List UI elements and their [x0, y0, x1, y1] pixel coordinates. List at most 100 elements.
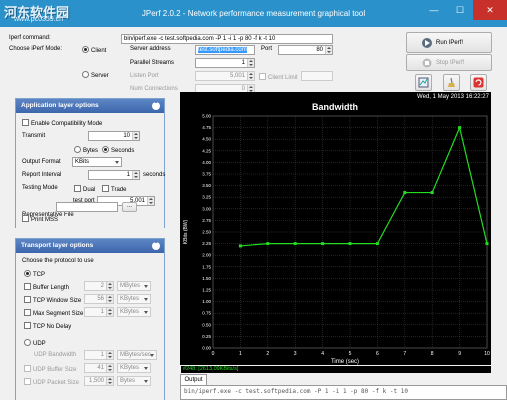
collapse-icon[interactable]: ⌃ — [152, 242, 160, 250]
udp-packet-input[interactable]: 1,500 — [84, 376, 114, 386]
port-spinner-icon[interactable] — [325, 46, 332, 54]
client-limit-input[interactable] — [301, 71, 333, 81]
refresh-button[interactable] — [470, 74, 487, 91]
mode-label: Choose iPerf Mode: — [9, 46, 63, 52]
bytes-radio[interactable]: Bytes — [74, 146, 98, 154]
udp-packet-unit-select[interactable]: Bytes — [117, 376, 151, 386]
server-radio-dot — [82, 71, 89, 78]
report-interval-input[interactable]: 1 — [88, 170, 140, 180]
run-iperf-button[interactable]: Run IPerf! — [406, 32, 492, 53]
udp-bandwidth-input[interactable]: 1 — [84, 350, 114, 360]
data-point — [238, 244, 242, 248]
testing-mode-label: Testing Mode — [22, 185, 58, 191]
max-segment-input[interactable]: 1 — [84, 307, 114, 317]
udp-buffer-spinner-icon[interactable] — [106, 364, 113, 372]
max-segment-label: Max Segment Size — [33, 311, 84, 317]
buffer-length-checkbox[interactable]: Buffer Length — [24, 283, 69, 291]
num-connections-label: Num Connections — [130, 86, 178, 92]
compat-label: Enable Compatibility Mode — [31, 121, 103, 127]
tcp-radio[interactable]: TCP — [24, 270, 45, 278]
tcp-radio-dot — [24, 270, 31, 277]
port-input[interactable]: 80 — [278, 45, 333, 55]
udp-buffer-unit-select[interactable]: KBytes — [117, 363, 151, 373]
tcp-window-value: 56 — [97, 296, 104, 302]
y-tick-label: 0.75 — [202, 311, 211, 316]
collapse-icon[interactable]: ⌃ — [152, 102, 160, 110]
udp-packet-value: 1,500 — [88, 378, 104, 384]
print-mss-label: Print MSS — [31, 217, 59, 223]
x-tick-label: 9 — [458, 351, 461, 357]
iperf-command-field[interactable]: bin/iperf.exe -c test.softpedia.com -P 1… — [121, 34, 333, 44]
udp-radio[interactable]: UDP — [24, 339, 46, 347]
tcp-window-unit-select[interactable]: KBytes — [117, 294, 151, 304]
buffer-length-box — [24, 283, 31, 290]
tab-output[interactable]: Output — [180, 374, 207, 385]
close-button[interactable]: ✕ — [473, 0, 507, 20]
compat-checkbox[interactable]: Enable Compatibility Mode — [22, 119, 102, 127]
chevron-down-icon — [144, 380, 148, 383]
client-limit-label: Client Limit — [268, 75, 298, 81]
data-point — [403, 191, 407, 195]
x-tick-label: 2 — [266, 351, 269, 357]
stop-iperf-button[interactable]: Stop IPerf! — [406, 54, 492, 71]
tcp-window-spinner-icon[interactable] — [106, 295, 113, 303]
export-button[interactable] — [415, 74, 432, 91]
max-segment-checkbox[interactable]: Max Segment Size — [24, 309, 83, 317]
buffer-length-unit-select[interactable]: MBytes — [117, 281, 151, 291]
client-radio[interactable]: Client — [82, 46, 106, 54]
report-interval-spinner-icon[interactable] — [132, 171, 139, 179]
server-radio[interactable]: Server — [82, 71, 109, 79]
y-tick-label: 3.25 — [202, 195, 211, 200]
udp-buffer-input[interactable]: 41 — [84, 363, 114, 373]
application-layer-header[interactable]: Application layer options ⌃ — [16, 99, 164, 113]
tcp-window-unit: KBytes — [120, 296, 140, 302]
data-point — [458, 126, 462, 130]
parallel-streams-input[interactable]: 1 — [195, 58, 255, 68]
transport-layer-header[interactable]: Transport layer options ⌃ — [16, 239, 164, 253]
udp-packet-spinner-icon[interactable] — [106, 377, 113, 385]
max-segment-unit-select[interactable]: KBytes — [117, 307, 151, 317]
stop-iperf-label: Stop IPerf! — [436, 60, 465, 66]
udp-bandwidth-unit-select[interactable]: MBytes/sec — [117, 350, 157, 360]
maximize-button[interactable]: ☐ — [447, 0, 473, 20]
compat-box — [22, 119, 29, 126]
y-tick-label: 5.00 — [202, 114, 211, 119]
client-limit-checkbox[interactable]: Client Limit — [259, 73, 298, 81]
trade-checkbox[interactable]: Trade — [102, 185, 126, 193]
y-tick-label: 3.00 — [202, 206, 211, 211]
listen-port-spinner-icon[interactable] — [247, 72, 254, 80]
y-tick-label: 1.25 — [202, 288, 211, 293]
listen-port-input[interactable]: 5,001 — [195, 71, 255, 81]
seconds-radio[interactable]: Seconds — [102, 146, 134, 154]
server-address-input[interactable]: test.softpedia.com — [195, 45, 255, 55]
tcp-window-checkbox[interactable]: TCP Window Size — [24, 296, 81, 304]
data-point — [321, 242, 325, 246]
clear-button[interactable] — [443, 74, 460, 91]
test-port-spinner-icon[interactable] — [147, 197, 154, 205]
x-tick-label: 3 — [294, 351, 297, 357]
transmit-input[interactable]: 10 — [88, 131, 140, 141]
buffer-length-spinner-icon[interactable] — [106, 282, 113, 290]
y-tick-label: 2.25 — [202, 241, 211, 246]
data-point — [485, 242, 489, 246]
minimize-button[interactable]: — — [421, 0, 447, 20]
udp-buffer-checkbox[interactable]: UDP Buffer Size — [24, 365, 76, 373]
buffer-length-input[interactable]: 2 — [84, 281, 114, 291]
client-limit-box — [259, 73, 266, 80]
bytes-radio-dot — [74, 146, 81, 153]
dual-checkbox[interactable]: Dual — [74, 185, 95, 193]
report-interval-value: 1 — [126, 172, 130, 178]
max-segment-spinner-icon[interactable] — [106, 308, 113, 316]
tcp-window-input[interactable]: 56 — [84, 294, 114, 304]
transmit-spinner-icon[interactable] — [132, 132, 139, 140]
rep-file-input[interactable] — [56, 202, 118, 212]
udp-packet-unit: Bytes — [120, 378, 136, 384]
parallel-streams-spinner-icon[interactable] — [247, 59, 254, 67]
browse-button[interactable]: ... — [122, 202, 137, 212]
parallel-streams-label: Parallel Streams — [130, 60, 175, 66]
udp-packet-checkbox[interactable]: UDP Packet Size — [24, 378, 79, 386]
output-format-select[interactable]: KBits — [72, 157, 122, 167]
udp-bandwidth-spinner-icon[interactable] — [106, 351, 113, 359]
no-delay-checkbox[interactable]: TCP No Delay — [24, 322, 71, 330]
print-mss-checkbox[interactable]: Print MSS — [22, 215, 58, 223]
